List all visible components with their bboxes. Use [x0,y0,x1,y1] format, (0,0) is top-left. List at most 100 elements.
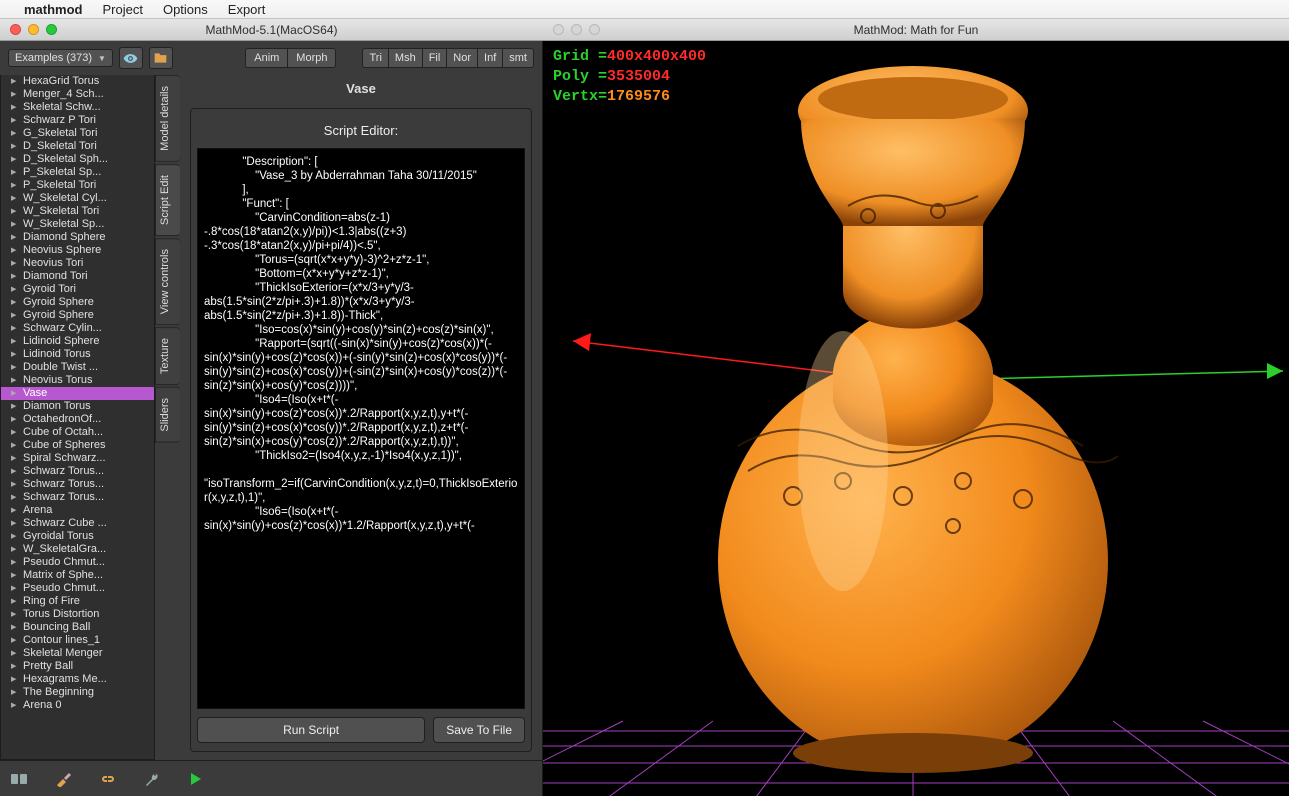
controls-panel: Examples (373) ▼ Anim Morph Tri Msh Fil … [0,41,543,796]
play-button[interactable] [186,769,206,789]
right-window-titlebar[interactable]: MathMod: Math for Fun [543,19,1289,41]
tree-item[interactable]: Cube of Octah... [1,426,154,439]
tree-item[interactable]: Arena [1,504,154,517]
zoom-icon[interactable] [46,24,57,35]
minimize-icon[interactable] [28,24,39,35]
run-script-button[interactable]: Run Script [197,717,425,743]
tree-item[interactable]: Menger_4 Sch... [1,88,154,101]
editor-pane: Vase Script Editor: Run Script Save To F… [180,75,542,760]
close-icon[interactable] [10,24,21,35]
tree-item[interactable]: Schwarz Torus... [1,478,154,491]
msh-button[interactable]: Msh [389,48,423,68]
left-window-titlebar[interactable]: MathMod-5.1(MacOS64) [0,19,543,41]
tree-item[interactable]: Neovius Sphere [1,244,154,257]
tool-button-2[interactable] [54,769,74,789]
tree-item[interactable]: Skeletal Menger [1,647,154,660]
panels-icon [11,772,29,786]
side-tab[interactable]: Script Edit [155,164,180,236]
grid-label: Grid = [553,47,607,67]
tree-item[interactable]: Spiral Schwarz... [1,452,154,465]
vert-label: Vertx= [553,87,607,107]
open-folder-button[interactable] [149,47,173,69]
tree-item[interactable]: Diamond Sphere [1,231,154,244]
tree-item[interactable]: Bouncing Ball [1,621,154,634]
tree-item[interactable]: Ring of Fire [1,595,154,608]
inf-button[interactable]: Inf [478,48,503,68]
examples-dropdown-label: Examples (373) [15,52,92,64]
eye-icon [123,51,138,66]
render-stats-overlay: Grid = 400x400x400 Poly = 3535004 Vertx=… [553,47,706,107]
menu-export[interactable]: Export [228,2,266,17]
tree-item[interactable]: Vase [1,387,154,400]
tree-item[interactable]: P_Skeletal Sp... [1,166,154,179]
tree-item[interactable]: Schwarz Torus... [1,465,154,478]
tree-item[interactable]: OctahedronOf... [1,413,154,426]
top-toolbar: Examples (373) ▼ Anim Morph Tri Msh Fil … [0,41,542,75]
menu-options[interactable]: Options [163,2,208,17]
tree-item[interactable]: G_Skeletal Tori [1,127,154,140]
preview-button[interactable] [119,47,143,69]
tree-item[interactable]: Lidinoid Torus [1,348,154,361]
tree-item[interactable]: P_Skeletal Tori [1,179,154,192]
vert-value: 1769576 [607,87,670,107]
tree-item[interactable]: Skeletal Schw... [1,101,154,114]
tree-item[interactable]: Diamond Tori [1,270,154,283]
morph-button[interactable]: Morph [288,48,336,68]
tool-button-3[interactable] [98,769,118,789]
tree-item[interactable]: Neovius Tori [1,257,154,270]
tree-item[interactable]: Lidinoid Sphere [1,335,154,348]
tree-item[interactable]: W_Skeletal Tori [1,205,154,218]
close-icon[interactable] [553,24,564,35]
tree-item[interactable]: D_Skeletal Sph... [1,153,154,166]
chevron-down-icon: ▼ [98,54,106,63]
tree-item[interactable]: Torus Distortion [1,608,154,621]
tree-item[interactable]: Gyroid Sphere [1,309,154,322]
tree-item[interactable]: W_Skeletal Cyl... [1,192,154,205]
tree-item[interactable]: Neovius Torus [1,374,154,387]
tree-item[interactable]: Cube of Spheres [1,439,154,452]
tree-item[interactable]: Gyroidal Torus [1,530,154,543]
menu-project[interactable]: Project [103,2,143,17]
tree-item[interactable]: Double Twist ... [1,361,154,374]
tree-item[interactable]: D_Skeletal Tori [1,140,154,153]
grid-value: 400x400x400 [607,47,706,67]
viewmode-toggle-group: Tri Msh Fil Nor Inf smt [362,48,534,68]
tree-item[interactable]: Gyroid Sphere [1,296,154,309]
tree-item[interactable]: Schwarz Cylin... [1,322,154,335]
tree-item[interactable]: The Beginning [1,686,154,699]
tree-item[interactable]: Schwarz Torus... [1,491,154,504]
fil-button[interactable]: Fil [423,48,448,68]
side-tab[interactable]: Model details [155,75,180,162]
tree-item[interactable]: W_Skeletal Sp... [1,218,154,231]
side-tab[interactable]: Texture [155,327,180,385]
tree-item[interactable]: Arena 0 [1,699,154,712]
menubar-app-name[interactable]: mathmod [24,2,83,17]
zoom-icon[interactable] [589,24,600,35]
tree-item[interactable]: Schwarz P Tori [1,114,154,127]
tree-item[interactable]: W_SkeletalGra... [1,543,154,556]
tree-item[interactable]: Contour lines_1 [1,634,154,647]
tree-item[interactable]: Schwarz Cube ... [1,517,154,530]
tree-item[interactable]: Pseudo Chmut... [1,556,154,569]
tree-item[interactable]: HexaGrid Torus [1,75,154,88]
tree-item[interactable]: Gyroid Tori [1,283,154,296]
tool-button-4[interactable] [142,769,162,789]
side-tab[interactable]: View controls [155,238,180,325]
minimize-icon[interactable] [571,24,582,35]
tri-button[interactable]: Tri [362,48,388,68]
anim-button[interactable]: Anim [245,48,288,68]
side-tab[interactable]: Sliders [155,387,180,443]
tree-item[interactable]: Matrix of Sphe... [1,569,154,582]
render-viewport[interactable]: Grid = 400x400x400 Poly = 3535004 Vertx=… [543,41,1289,796]
save-to-file-button[interactable]: Save To File [433,717,525,743]
examples-dropdown[interactable]: Examples (373) ▼ [8,49,113,67]
tree-item[interactable]: Hexagrams Me... [1,673,154,686]
tree-item[interactable]: Pretty Ball [1,660,154,673]
script-textarea[interactable] [197,148,525,709]
tool-button-1[interactable] [10,769,30,789]
nor-button[interactable]: Nor [447,48,478,68]
tree-item[interactable]: Pseudo Chmut... [1,582,154,595]
examples-tree[interactable]: HexaGrid TorusMenger_4 Sch...Skeletal Sc… [0,75,155,760]
smt-button[interactable]: smt [503,48,534,68]
tree-item[interactable]: Diamon Torus [1,400,154,413]
